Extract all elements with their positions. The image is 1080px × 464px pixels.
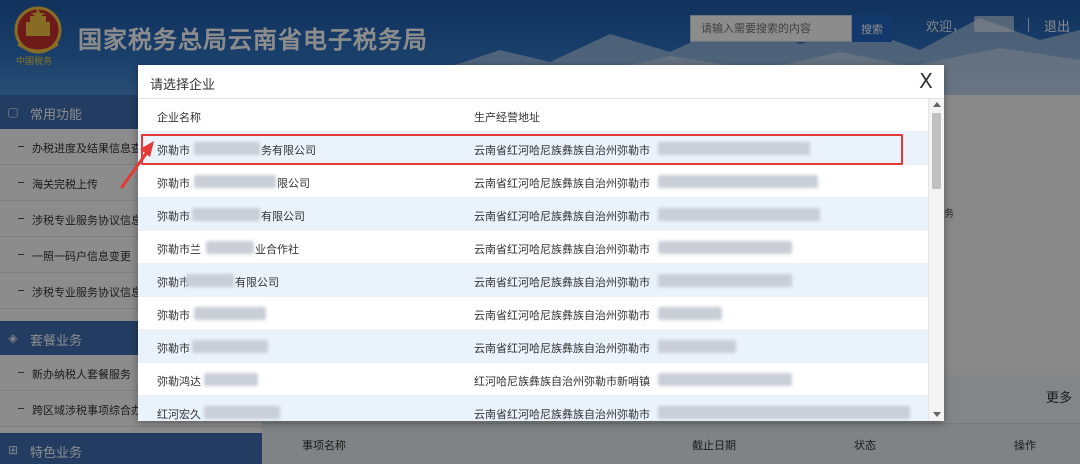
company-name-suffix: 有限公司 [261,210,305,223]
redacted-text [658,307,722,320]
company-name-prefix: 弥勒市 [157,342,190,355]
company-name-suffix: 限公司 [277,177,310,190]
close-icon[interactable]: X [914,69,938,93]
company-address: 云南省红河哈尼族彝族自治州弥勒市 [474,342,650,355]
company-name-prefix: 弥勒市 [157,309,190,322]
redacted-text [192,340,268,353]
company-row[interactable]: 红河宏久 云南省红河哈尼族彝族自治州弥勒市 [138,395,928,421]
company-name-prefix: 红河宏久 [157,408,201,421]
redacted-text [186,274,234,287]
redacted-text [194,175,276,188]
dialog-header: 请选择企业 X [138,65,944,99]
redacted-text [204,373,258,386]
redacted-text [658,340,736,353]
company-table-header: 企业名称 生产经营地址 [138,99,928,131]
redacted-text [658,241,792,254]
redacted-text [194,307,266,320]
scroll-up-arrow-icon[interactable] [933,102,941,107]
company-row[interactable]: 弥勒市 有限公司 云南省红河哈尼族彝族自治州弥勒市 [138,197,928,230]
redacted-text [658,208,820,221]
company-address: 云南省红河哈尼族彝族自治州弥勒市 [474,309,650,322]
company-row[interactable]: 弥勒市兰 业合作社 云南省红河哈尼族彝族自治州弥勒市 [138,230,928,263]
company-row[interactable]: 弥勒市 云南省红河哈尼族彝族自治州弥勒市 [138,296,928,329]
company-address: 云南省红河哈尼族彝族自治州弥勒市 [474,243,650,256]
company-row[interactable]: 弥勒市 限公司 云南省红河哈尼族彝族自治州弥勒市 [138,164,928,197]
redacted-text [192,208,260,221]
company-name-suffix: 业合作社 [255,243,299,256]
company-name-prefix: 弥勒鸿达 [157,375,201,388]
company-address: 云南省红河哈尼族彝族自治州弥勒市 [474,210,650,223]
redacted-text [658,373,792,386]
company-name-suffix: 有限公司 [235,276,279,289]
redacted-text [206,241,254,254]
company-address: 云南省红河哈尼族彝族自治州弥勒市 [474,177,650,190]
company-address: 云南省红河哈尼族彝族自治州弥勒市 [474,408,650,421]
company-row[interactable]: 弥勒鸿达 红河哈尼族彝族自治州弥勒市新哨镇 [138,362,928,395]
col-business-address: 生产经营地址 [474,111,540,124]
redacted-text [204,406,280,419]
dialog-scrollbar[interactable] [928,99,944,421]
company-address: 云南省红河哈尼族彝族自治州弥勒市 [474,276,650,289]
company-name-prefix: 弥勒市 [157,210,190,223]
redacted-text [658,274,792,287]
redacted-text [658,406,910,419]
company-row[interactable]: 弥勒市 云南省红河哈尼族彝族自治州弥勒市 [138,329,928,362]
scroll-thumb[interactable] [932,113,941,189]
redacted-text [658,175,818,188]
company-address: 红河哈尼族彝族自治州弥勒市新哨镇 [474,375,650,388]
col-company-name: 企业名称 [157,111,201,124]
dialog-title: 请选择企业 [150,78,216,93]
company-row[interactable]: 弥勒市 有限公司 云南省红河哈尼族彝族自治州弥勒市 [138,263,928,296]
selection-highlight-box [141,134,903,165]
company-name-prefix: 弥勒市兰 [157,243,201,256]
select-company-dialog: 请选择企业 X 企业名称 生产经营地址 弥勒市 务有限公司 云南省红河哈尼族彝族… [138,65,944,421]
pointer-arrow-icon [120,141,154,189]
scroll-down-arrow-icon[interactable] [933,412,941,417]
